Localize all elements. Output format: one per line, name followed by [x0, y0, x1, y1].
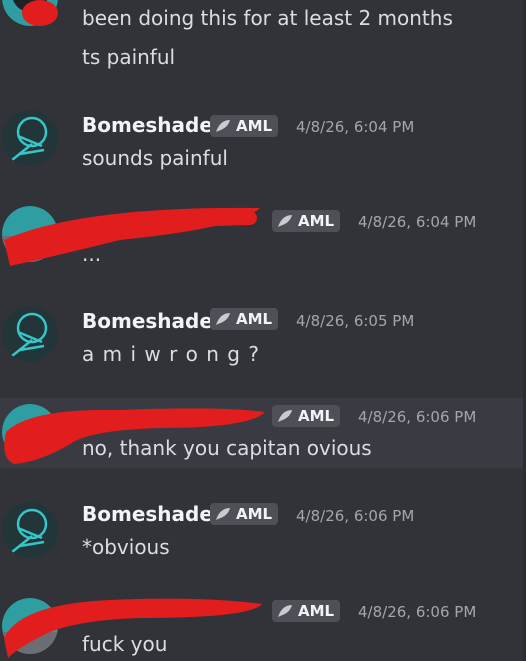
server-tag[interactable]: AML	[210, 115, 279, 137]
message: AML 4/8/26, 6:04 PM ...	[0, 200, 526, 280]
feather-icon	[278, 215, 292, 227]
message-text: been doing this for at least 2 months	[82, 6, 453, 30]
message-text: fuck you	[82, 632, 168, 656]
message-text: ...	[82, 242, 102, 266]
timestamp[interactable]: 4/8/26, 6:05 PM	[296, 312, 414, 330]
avatar[interactable]	[2, 404, 58, 460]
message-text: a m i w r o n g ?	[82, 342, 260, 366]
server-tag-label: AML	[298, 407, 335, 425]
server-tag[interactable]: AML	[272, 405, 341, 427]
message-text: no, thank you capitan ovious	[82, 436, 372, 460]
message-text: *obvious	[82, 535, 170, 559]
feather-icon	[216, 120, 230, 132]
message: AML 4/8/26, 6:06 PM fuck you	[0, 592, 526, 661]
timestamp[interactable]: 4/8/26, 6:06 PM	[358, 408, 476, 426]
redacted-avatar-icon	[2, 0, 58, 26]
server-tag[interactable]: AML	[272, 210, 341, 232]
avatar[interactable]	[2, 110, 58, 166]
server-tag-label: AML	[298, 602, 335, 620]
timestamp[interactable]: 4/8/26, 6:06 PM	[358, 603, 476, 621]
server-tag-label: AML	[298, 212, 335, 230]
timestamp[interactable]: 4/8/26, 6:04 PM	[296, 118, 414, 136]
server-tag[interactable]: AML	[210, 308, 279, 330]
avatar[interactable]	[2, 502, 58, 558]
timestamp[interactable]: 4/8/26, 6:06 PM	[296, 507, 414, 525]
server-tag[interactable]: AML	[272, 600, 341, 622]
message: Bomeshade AML 4/8/26, 6:06 PM *obvious	[0, 496, 526, 576]
server-tag[interactable]: AML	[210, 503, 279, 525]
feather-icon	[216, 508, 230, 520]
message-text: sounds painful	[82, 146, 228, 170]
avatar[interactable]	[2, 206, 58, 262]
message: Bomeshade AML 4/8/26, 6:05 PM a m i w r …	[0, 300, 526, 380]
server-tag-label: AML	[236, 505, 273, 523]
bomeshade-avatar-icon	[2, 502, 58, 558]
bomeshade-avatar-icon	[2, 110, 58, 166]
message: AML 4/8/26, 6:06 PM no, thank you capita…	[0, 398, 526, 468]
author-name[interactable]: Bomeshade	[82, 113, 213, 137]
redacted-avatar-icon	[2, 404, 58, 460]
server-tag-label: AML	[236, 117, 273, 135]
avatar[interactable]	[2, 598, 58, 654]
feather-icon	[278, 605, 292, 617]
message: Bomeshade AML 4/8/26, 6:04 PM sounds pai…	[0, 104, 526, 184]
chat-log: been doing this for at least 2 months ts…	[0, 0, 526, 661]
message-text: ts painful	[82, 45, 176, 69]
redacted-avatar-icon	[2, 598, 58, 654]
timestamp[interactable]: 4/8/26, 6:04 PM	[358, 213, 476, 231]
redacted-avatar-icon	[2, 206, 58, 262]
author-name[interactable]: Bomeshade	[82, 502, 213, 526]
bomeshade-avatar-icon	[2, 306, 58, 362]
message: been doing this for at least 2 months ts…	[0, 0, 526, 80]
author-name[interactable]: Bomeshade	[82, 309, 213, 333]
feather-icon	[278, 410, 292, 422]
avatar[interactable]	[2, 306, 58, 362]
feather-icon	[216, 313, 230, 325]
avatar[interactable]	[2, 0, 58, 26]
server-tag-label: AML	[236, 310, 273, 328]
